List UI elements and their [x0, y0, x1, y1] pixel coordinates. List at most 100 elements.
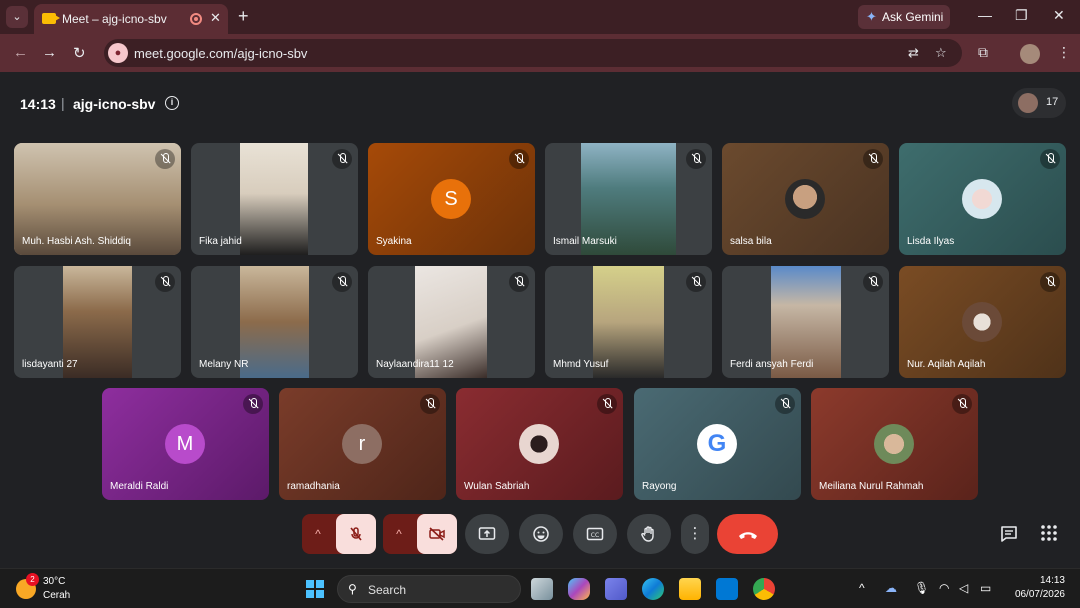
participant-tile[interactable]: Nur. Aqilah Aqilah: [899, 266, 1066, 378]
mic-off-icon: [155, 149, 175, 169]
tab-search-icon[interactable]: ⌄: [6, 6, 28, 28]
weather-widget-icon[interactable]: 2: [16, 573, 39, 599]
participant-tile[interactable]: M Meraldi Raldi: [102, 388, 269, 500]
reload-icon[interactable]: ↻: [73, 44, 86, 62]
battery-icon[interactable]: ▭: [980, 581, 991, 595]
video-options-chevron-icon[interactable]: ^: [383, 514, 415, 554]
apps-grid-icon: [1041, 525, 1057, 541]
captions-button[interactable]: CC: [573, 514, 617, 554]
taskbar-clock[interactable]: 14:13: [1011, 575, 1065, 586]
mic-off-icon: [332, 272, 352, 292]
participant-name: ramadhania: [287, 481, 340, 492]
raise-hand-button[interactable]: [627, 514, 671, 554]
participant-tile[interactable]: S Syakina: [368, 143, 535, 255]
restore-button[interactable]: ❐: [1015, 7, 1028, 24]
close-window-button[interactable]: ✕: [1053, 7, 1065, 24]
show-hidden-icons-icon[interactable]: ^: [859, 581, 865, 595]
microphone-off-button[interactable]: [336, 514, 376, 554]
participant-tile[interactable]: Muh. Hasbi Ash. Shiddiq: [14, 143, 181, 255]
wifi-icon[interactable]: ◠: [939, 581, 949, 595]
bookmark-star-icon[interactable]: ☆: [935, 45, 947, 61]
participant-tile[interactable]: Ismail Marsuki: [545, 143, 712, 255]
svg-text:CC: CC: [591, 532, 599, 539]
chrome-icon[interactable]: [753, 578, 775, 600]
participant-photo: [874, 424, 914, 464]
participant-name: Wulan Sabriah: [464, 481, 530, 492]
extensions-icon[interactable]: ⧉: [978, 44, 988, 61]
raise-hand-icon: [641, 526, 654, 542]
task-view-icon[interactable]: [531, 578, 553, 600]
microphone-tray-icon[interactable]: 🎙: [914, 581, 929, 595]
vscode-icon[interactable]: [716, 578, 738, 600]
mic-off-icon: [597, 394, 617, 414]
chat-icon: [1001, 526, 1017, 542]
translate-icon[interactable]: ⇄: [908, 45, 919, 61]
mic-off-icon: [509, 272, 529, 292]
weather-temperature[interactable]: 30°C: [43, 576, 65, 587]
browser-toolbar: ← → ↻ ● meet.google.com/ajg-icno-sbv ⇄ ☆: [0, 34, 1080, 72]
participant-name: Melany NR: [199, 359, 249, 370]
ask-gemini-button[interactable]: ✦ Ask Gemini: [858, 5, 950, 29]
participant-name: Mhmd Yusuf: [553, 359, 609, 370]
mic-off-icon: [1040, 272, 1060, 292]
edge-icon[interactable]: [642, 578, 664, 600]
more-options-button[interactable]: ⋮: [681, 514, 709, 554]
mic-off-icon: [332, 149, 352, 169]
tab-close-icon[interactable]: ✕: [210, 10, 221, 26]
camera-control: ^: [383, 514, 457, 554]
participant-tile[interactable]: Ferdi ansyah Ferdi: [722, 266, 889, 378]
participant-name: Ismail Marsuki: [553, 236, 617, 247]
back-icon[interactable]: ←: [13, 44, 28, 61]
microphone-in-use-icon[interactable]: ●: [108, 43, 128, 63]
copilot-icon[interactable]: [568, 578, 590, 600]
url-text[interactable]: meet.google.com/ajg-icno-sbv: [134, 46, 307, 61]
file-explorer-icon[interactable]: [679, 578, 701, 600]
mic-off-icon: [775, 394, 795, 414]
participant-name: Fika jahid: [199, 236, 242, 247]
taskbar-search[interactable]: ⚲ Search: [337, 575, 521, 603]
teams-icon[interactable]: [605, 578, 627, 600]
chat-button[interactable]: [999, 524, 1019, 549]
participant-tile[interactable]: Meiliana Nurul Rahmah: [811, 388, 978, 500]
browser-menu-icon[interactable]: ⋮: [1057, 44, 1071, 61]
leave-call-button[interactable]: [717, 514, 778, 554]
mic-off-icon: [863, 149, 883, 169]
camera-off-button[interactable]: [417, 514, 457, 554]
participant-tile[interactable]: r ramadhania: [279, 388, 446, 500]
participant-tile[interactable]: G Rayong: [634, 388, 801, 500]
meeting-info-icon[interactable]: i: [165, 96, 179, 110]
audio-options-chevron-icon[interactable]: ^: [302, 514, 334, 554]
participant-tile[interactable]: Lisda Ilyas: [899, 143, 1066, 255]
participant-tile[interactable]: salsa bila: [722, 143, 889, 255]
minimize-button[interactable]: —: [978, 7, 992, 23]
participant-photo: [962, 302, 1002, 342]
participant-tile[interactable]: Melany NR: [191, 266, 358, 378]
windows-taskbar: 2 30°C Cerah ⚲ Search ^ ☁ 🎙 ◠ ◁ ▭ 14:13 …: [0, 568, 1080, 608]
tab-meet[interactable]: Meet – ajg-icno-sbv ✕: [34, 4, 228, 34]
mic-off-icon: [686, 149, 706, 169]
onedrive-icon[interactable]: ☁: [885, 581, 897, 595]
address-bar[interactable]: ● meet.google.com/ajg-icno-sbv ⇄ ☆: [104, 39, 962, 67]
participant-tile[interactable]: Wulan Sabriah: [456, 388, 623, 500]
start-button-icon[interactable]: [306, 580, 324, 598]
participant-name: Meraldi Raldi: [110, 481, 169, 492]
header-separator: |: [61, 95, 65, 111]
browser-tab-bar: ⌄ Meet – ajg-icno-sbv ✕ + ✦ Ask Gemini —…: [0, 0, 1080, 34]
participant-name: Syakina: [376, 236, 412, 247]
profile-avatar[interactable]: [1020, 44, 1040, 64]
activities-button[interactable]: [1040, 524, 1058, 547]
reactions-button[interactable]: [519, 514, 563, 554]
participant-tile[interactable]: Fika jahid: [191, 143, 358, 255]
taskbar-date[interactable]: 06/07/2026: [1011, 589, 1065, 600]
participant-tile[interactable]: lisdayanti 27: [14, 266, 181, 378]
participant-tile[interactable]: Naylaandira11 12: [368, 266, 535, 378]
weather-description[interactable]: Cerah: [43, 590, 70, 601]
new-tab-button[interactable]: +: [238, 6, 249, 27]
participant-name: Meiliana Nurul Rahmah: [819, 481, 924, 492]
recording-indicator-icon: [190, 13, 202, 25]
present-screen-button[interactable]: [465, 514, 509, 554]
participants-button[interactable]: 17: [1012, 88, 1066, 118]
participant-tile[interactable]: Mhmd Yusuf: [545, 266, 712, 378]
forward-icon[interactable]: →: [42, 44, 57, 61]
volume-icon[interactable]: ◁: [959, 581, 968, 595]
